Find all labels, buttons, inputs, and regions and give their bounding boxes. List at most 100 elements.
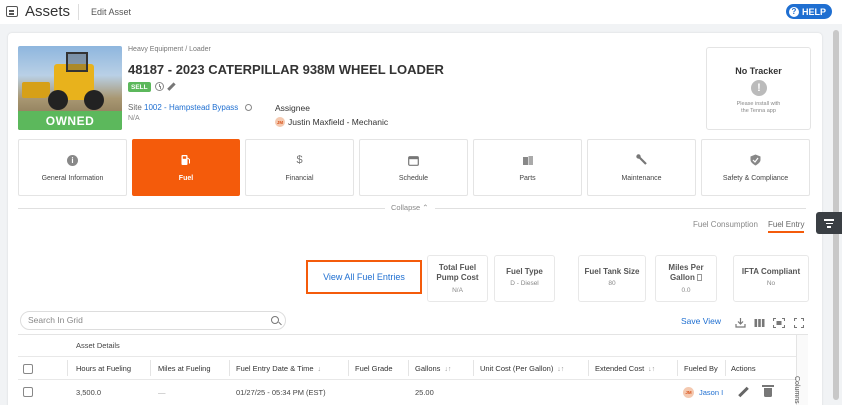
- edit-row-pencil-icon[interactable]: [738, 387, 749, 398]
- cell-hours: 3,500.0: [76, 388, 102, 397]
- subtab-fuel-entry[interactable]: Fuel Entry: [768, 220, 805, 233]
- collapse-button[interactable]: Collapse ⌃: [385, 203, 435, 212]
- loader-rear-wheel-shape: [84, 90, 104, 110]
- column-divider[interactable]: [677, 360, 678, 376]
- tab-label: Safety & Compliance: [722, 175, 789, 182]
- tracker-note-line2: the Tenna app: [741, 108, 776, 114]
- fullscreen-icon[interactable]: [793, 315, 805, 329]
- grid-search-input[interactable]: [28, 315, 268, 325]
- stat-miles-per-gallon: Miles Per Gallon 0.0: [655, 255, 717, 302]
- column-divider[interactable]: [348, 360, 349, 376]
- stat-title-line1: Miles Per: [668, 263, 704, 272]
- sort-desc-icon[interactable]: ↓: [316, 366, 321, 373]
- edit-asset-pencil-icon[interactable]: [167, 82, 176, 91]
- view-all-fuel-entries-button[interactable]: View All Fuel Entries: [306, 260, 422, 294]
- dollar-icon: $: [296, 154, 303, 166]
- tab-fuel[interactable]: Fuel: [132, 139, 240, 196]
- tab-label: Fuel: [178, 175, 194, 182]
- sort-icon[interactable]: ↓↑: [555, 366, 564, 373]
- delete-row-trash-icon[interactable]: [762, 385, 774, 397]
- filter-icon: [824, 219, 834, 221]
- save-view-link[interactable]: Save View: [681, 316, 721, 326]
- site-line: Site 1002 - Hampstead Bypass: [128, 103, 252, 112]
- help-button[interactable]: ? HELP: [785, 4, 832, 19]
- cell-gallons: 25.00: [415, 388, 434, 397]
- info-square-icon[interactable]: [697, 274, 703, 282]
- asset-photo[interactable]: OWNED: [18, 46, 122, 130]
- search-icon[interactable]: [271, 316, 279, 324]
- select-all-checkbox[interactable]: [23, 364, 33, 374]
- stat-title-line2: Gallon: [656, 273, 716, 283]
- stat-value: D - Diesel: [510, 280, 539, 287]
- loader-cab-shape: [66, 52, 88, 72]
- tracker-note: Please install with the Tenna app: [707, 101, 810, 115]
- column-header-unit-cost[interactable]: Unit Cost (Per Gallon) ↓↑: [480, 364, 564, 373]
- column-divider[interactable]: [408, 360, 409, 376]
- column-header-grade[interactable]: Fuel Grade: [355, 364, 393, 373]
- tab-label: Schedule: [398, 175, 429, 182]
- column-divider[interactable]: [725, 360, 726, 376]
- history-icon[interactable]: [155, 82, 164, 91]
- column-divider[interactable]: [588, 360, 589, 376]
- columns-panel-label[interactable]: Columns: [793, 376, 800, 404]
- site-prefix: Site: [128, 103, 142, 112]
- grid-search: [20, 311, 286, 330]
- column-header-date-label: Fuel Entry Date & Time: [236, 364, 314, 373]
- column-group-asset-details: Asset Details: [76, 341, 120, 350]
- tab-label: Financial: [285, 175, 314, 182]
- stat-total-fuel-pump-cost: Total Fuel Pump Cost N/A: [427, 255, 488, 302]
- assignee-avatar: JM: [275, 117, 285, 127]
- page-subtitle: Edit Asset: [91, 7, 132, 17]
- fit-columns-icon[interactable]: [772, 315, 786, 329]
- tab-parts[interactable]: Parts: [473, 139, 582, 196]
- site-link[interactable]: 1002 - Hampstead Bypass: [144, 103, 238, 112]
- stat-fuel-tank-size: Fuel Tank Size 80: [578, 255, 646, 302]
- parts-icon: [522, 154, 534, 166]
- sort-icon[interactable]: ↓↑: [646, 366, 655, 373]
- column-chooser-icon[interactable]: [754, 315, 765, 327]
- stat-value: 80: [608, 280, 616, 287]
- column-divider[interactable]: [150, 360, 151, 376]
- assignee-name[interactable]: Justin Maxfield - Mechanic: [288, 117, 388, 127]
- help-label: HELP: [801, 6, 826, 17]
- tab-safety-compliance[interactable]: Safety & Compliance: [701, 139, 810, 196]
- assets-menu-icon[interactable]: [6, 6, 18, 17]
- column-header-gallons[interactable]: Gallons ↓↑: [415, 364, 451, 373]
- loader-bucket-shape: [22, 82, 50, 98]
- tab-general-information[interactable]: i General Information: [18, 139, 127, 196]
- export-icon[interactable]: [735, 315, 746, 328]
- column-header-actions: Actions: [731, 364, 756, 373]
- tab-financial[interactable]: $ Financial: [245, 139, 354, 196]
- asset-name: 48187 - 2023 CATERPILLAR 938M WHEEL LOAD…: [128, 62, 444, 77]
- column-divider[interactable]: [229, 360, 230, 376]
- site-history-icon[interactable]: [244, 104, 252, 112]
- subtab-fuel-consumption[interactable]: Fuel Consumption: [693, 220, 758, 229]
- sell-badge: SELL: [128, 82, 151, 92]
- tracker-title: No Tracker: [735, 66, 782, 76]
- filter-panel-toggle[interactable]: [816, 212, 842, 234]
- tab-maintenance[interactable]: Maintenance: [587, 139, 696, 196]
- stat-value: No: [766, 280, 776, 287]
- column-header-miles[interactable]: Miles at Fueling: [158, 364, 211, 373]
- loader-front-wheel-shape: [48, 90, 68, 110]
- column-header-hours[interactable]: Hours at Fueling: [76, 364, 131, 373]
- fueled-by-avatar: JM: [683, 387, 694, 398]
- sort-icon[interactable]: ↓↑: [442, 366, 451, 373]
- stat-value: 0.0: [681, 287, 691, 294]
- fueled-by-link[interactable]: Jason I: [699, 388, 723, 397]
- asset-category: Heavy Equipment / Loader: [128, 46, 211, 53]
- calendar-icon: [408, 154, 420, 166]
- stat-value: N/A: [452, 287, 463, 294]
- column-divider[interactable]: [473, 360, 474, 376]
- app-title: Assets: [25, 3, 71, 20]
- tab-schedule[interactable]: Schedule: [359, 139, 468, 196]
- column-header-fueled-by[interactable]: Fueled By: [684, 364, 718, 373]
- column-divider[interactable]: [67, 360, 68, 376]
- row-checkbox[interactable]: [23, 387, 33, 397]
- assignee-label: Assignee: [275, 103, 310, 113]
- grid-top-border: [18, 334, 808, 335]
- column-header-extended-cost[interactable]: Extended Cost ↓↑: [595, 364, 655, 373]
- column-header-date[interactable]: Fuel Entry Date & Time ↓: [236, 364, 321, 373]
- tracker-panel: No Tracker ! Please install with the Ten…: [706, 47, 811, 130]
- tab-label: General Information: [41, 175, 104, 182]
